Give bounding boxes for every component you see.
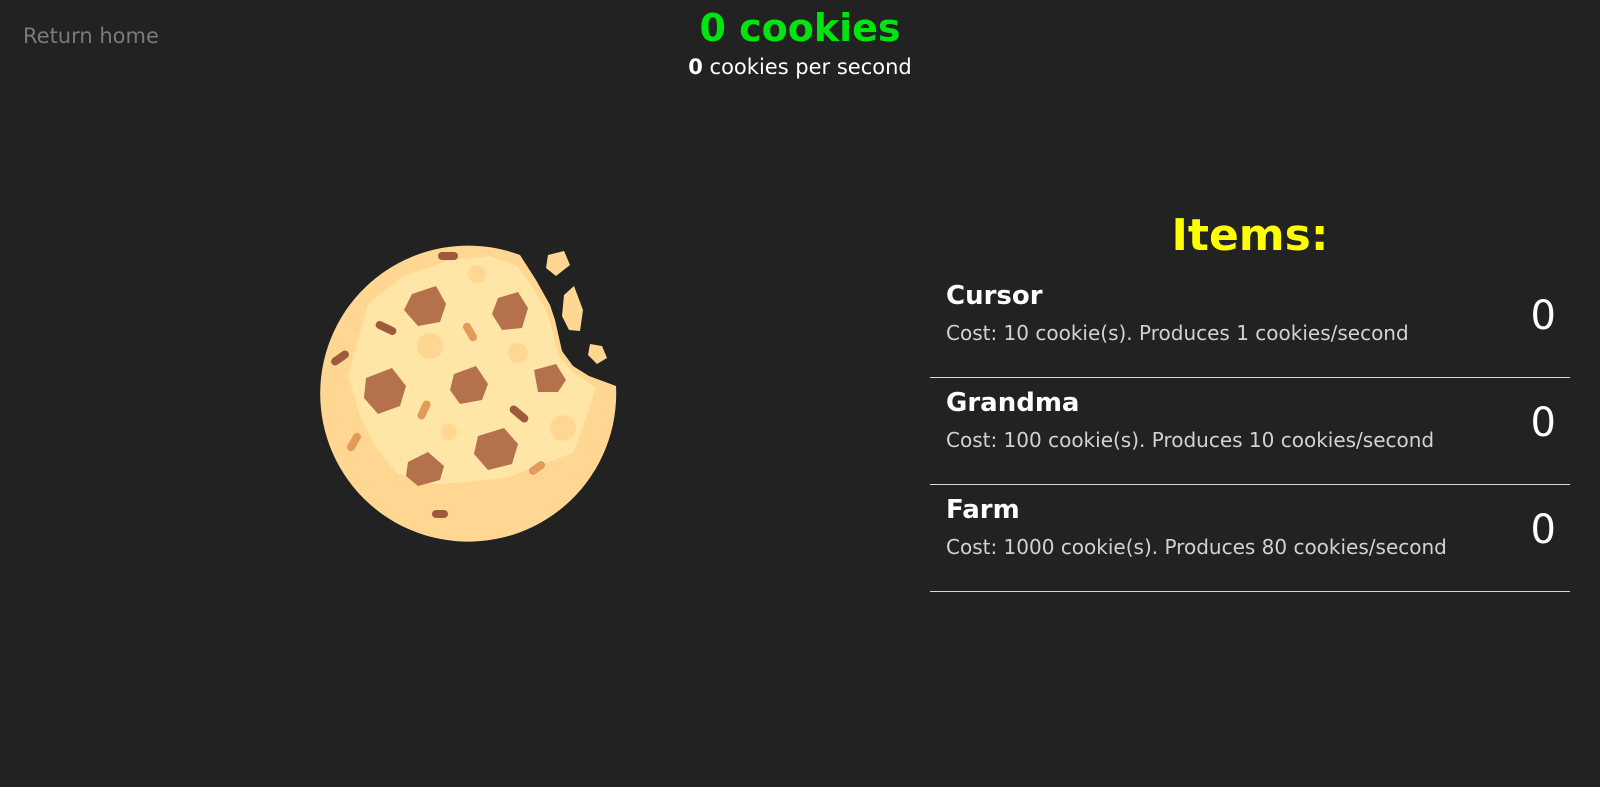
cookie-spot: [550, 415, 576, 441]
item-farm[interactable]: Farm Cost: 1000 cookie(s). Produces 80 c…: [930, 485, 1570, 592]
big-cookie-button[interactable]: [312, 238, 620, 546]
item-owned-count: 0: [1530, 507, 1556, 553]
item-grandma[interactable]: Grandma Cost: 100 cookie(s). Produces 10…: [930, 378, 1570, 485]
items-panel: Items: Cursor Cost: 10 cookie(s). Produc…: [930, 205, 1570, 592]
item-name: Farm: [946, 495, 1020, 525]
item-cost: Cost: 10 cookie(s). Produces 1 cookies/s…: [946, 321, 1409, 345]
cps-value: 0: [688, 55, 703, 79]
cookie-spot: [417, 333, 443, 359]
cps-label: cookies per second: [702, 55, 912, 79]
item-name: Grandma: [946, 388, 1080, 418]
cookies-per-second: 0 cookies per second: [0, 52, 1600, 82]
cookie-crumb: [588, 344, 607, 364]
item-name: Cursor: [946, 281, 1043, 311]
cookie-count: 0 cookies: [699, 6, 901, 50]
cookie-spot: [441, 424, 457, 440]
item-owned-count: 0: [1530, 293, 1556, 339]
cookie-crumb: [546, 251, 570, 276]
cookie-icon: [320, 245, 617, 542]
item-cost: Cost: 1000 cookie(s). Produces 80 cookie…: [946, 535, 1447, 559]
cookie-sprinkle: [432, 510, 448, 518]
item-owned-count: 0: [1530, 400, 1556, 446]
item-cost: Cost: 100 cookie(s). Produces 10 cookies…: [946, 428, 1435, 452]
cookie-crumb: [562, 286, 583, 331]
items-title: Items:: [1171, 210, 1329, 261]
item-cursor[interactable]: Cursor Cost: 10 cookie(s). Produces 1 co…: [930, 271, 1570, 378]
header: 0 cookies 0 cookies per second: [0, 4, 1600, 82]
cookie-spot: [468, 265, 486, 283]
cookie-clicker-page: Return home 0 cookies 0 cookies per seco…: [0, 0, 1600, 787]
cookie-sprinkle: [438, 252, 458, 260]
cookie-spot: [508, 343, 528, 363]
